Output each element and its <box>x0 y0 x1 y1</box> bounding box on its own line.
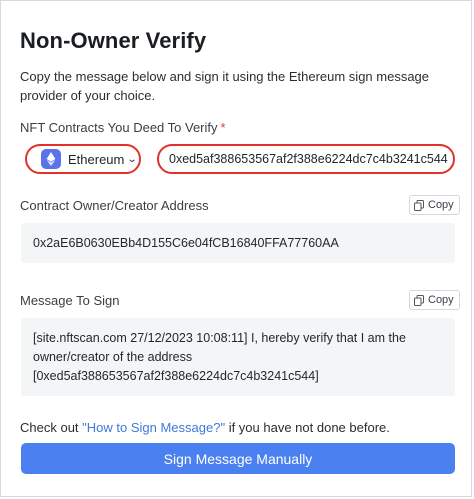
sign-message-button[interactable]: Sign Message Manually <box>21 443 455 474</box>
help-note: Check out "How to Sign Message?" if you … <box>20 420 390 435</box>
help-note-prefix: Check out <box>20 420 83 435</box>
copy-owner-button[interactable]: Copy <box>409 195 460 215</box>
contracts-label-text: NFT Contracts You Deed To Verify <box>20 120 218 135</box>
contract-address-input[interactable]: 0xed5af388653567af2f388e6224dc7c4b3241c5… <box>157 144 455 174</box>
help-note-suffix: if you have not done before. <box>225 420 390 435</box>
copy-icon <box>414 199 424 211</box>
how-to-sign-link[interactable]: "How to Sign Message?" <box>82 420 225 435</box>
copy-icon <box>414 294 424 306</box>
ethereum-icon <box>41 149 61 169</box>
required-marker: * <box>220 120 226 135</box>
verify-panel: Non-Owner Verify Copy the message below … <box>0 0 472 497</box>
chain-name: Ethereum <box>68 151 125 167</box>
owner-address-field[interactable]: 0x2aE6B0630EBb4D155C6e04fCB16840FFA77760… <box>21 223 455 263</box>
contracts-label: NFT Contracts You Deed To Verify * <box>20 120 226 135</box>
copy-owner-label: Copy <box>428 199 454 211</box>
message-label: Message To Sign <box>20 293 120 308</box>
copy-message-label: Copy <box>428 294 454 306</box>
chain-select[interactable]: Ethereum ⌄ <box>25 144 141 174</box>
copy-message-button[interactable]: Copy <box>409 290 460 310</box>
chevron-down-icon: ⌄ <box>127 153 139 165</box>
instructions-text: Copy the message below and sign it using… <box>20 69 430 103</box>
message-to-sign-field[interactable]: [site.nftscan.com 27/12/2023 10:08:11] I… <box>21 318 455 396</box>
owner-address-label: Contract Owner/Creator Address <box>20 198 209 213</box>
page-title: Non-Owner Verify <box>20 28 207 53</box>
